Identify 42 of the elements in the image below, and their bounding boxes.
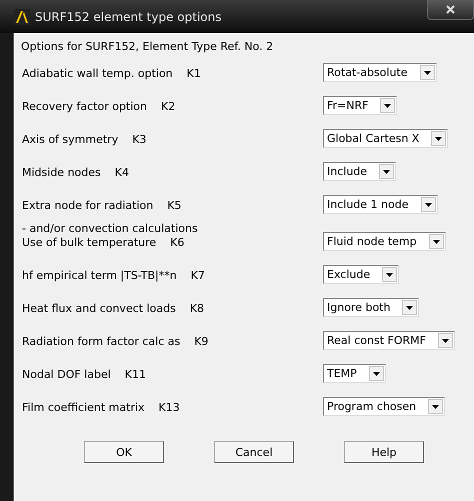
option-key: K4: [114, 166, 129, 179]
dialog-button[interactable]: Help: [344, 441, 424, 463]
option-dropdown[interactable]: Program chosen: [323, 397, 446, 416]
option-dropdown[interactable]: Include 1 node: [323, 195, 438, 214]
close-button[interactable]: [427, 0, 474, 20]
logo-icon: [14, 8, 30, 24]
option-label: Use of bulk temperature: [22, 236, 156, 249]
option-label: Recovery factor option: [22, 100, 148, 113]
option-key: K11: [124, 368, 146, 381]
dialog-button[interactable]: OK: [84, 441, 164, 463]
option-dropdown[interactable]: Fluid node temp: [323, 232, 446, 251]
option-dropdown[interactable]: Include: [323, 162, 396, 181]
option-key: K7: [190, 269, 205, 282]
option-key: K5: [167, 199, 182, 212]
option-note: - and/or convection calculations: [22, 222, 198, 235]
option-key: K2: [161, 100, 176, 113]
dialog-heading: Options for SURF152, Element Type Ref. No. 2: [21, 39, 274, 55]
option-key: K8: [190, 302, 204, 315]
option-key: K1: [186, 67, 201, 80]
option-key: K6: [170, 236, 184, 249]
option-label: hf empirical term |TS-TB|**n: [22, 269, 177, 282]
window-title: SURF152 element type options: [35, 10, 222, 24]
option-label: Nodal DOF label: [22, 368, 111, 381]
option-dropdown[interactable]: Real const FORMF: [323, 331, 455, 350]
option-label: Axis of symmetry: [22, 133, 118, 146]
option-label: Film coefficient matrix: [22, 401, 145, 414]
option-dropdown[interactable]: Rotat-absolute: [323, 63, 437, 82]
option-key: K13: [158, 401, 180, 414]
option-dropdown[interactable]: Global Cartesn X: [323, 129, 448, 148]
option-key: K9: [194, 335, 208, 348]
dialog-button[interactable]: Cancel: [214, 441, 294, 463]
option-label: Midside nodes: [22, 166, 101, 179]
option-label: Extra node for radiation: [22, 199, 154, 212]
option-key: K3: [132, 133, 146, 146]
option-dropdown[interactable]: Exclude: [323, 265, 400, 284]
option-label: Adiabatic wall temp. option: [22, 67, 173, 80]
option-dropdown[interactable]: TEMP: [323, 364, 386, 383]
option-label: Heat flux and convect loads: [22, 302, 176, 315]
option-label: Radiation form factor calc as: [22, 335, 180, 348]
close-icon: [446, 5, 455, 14]
option-dropdown[interactable]: Ignore both: [323, 298, 420, 317]
option-dropdown[interactable]: Fr=NRF: [323, 96, 398, 115]
